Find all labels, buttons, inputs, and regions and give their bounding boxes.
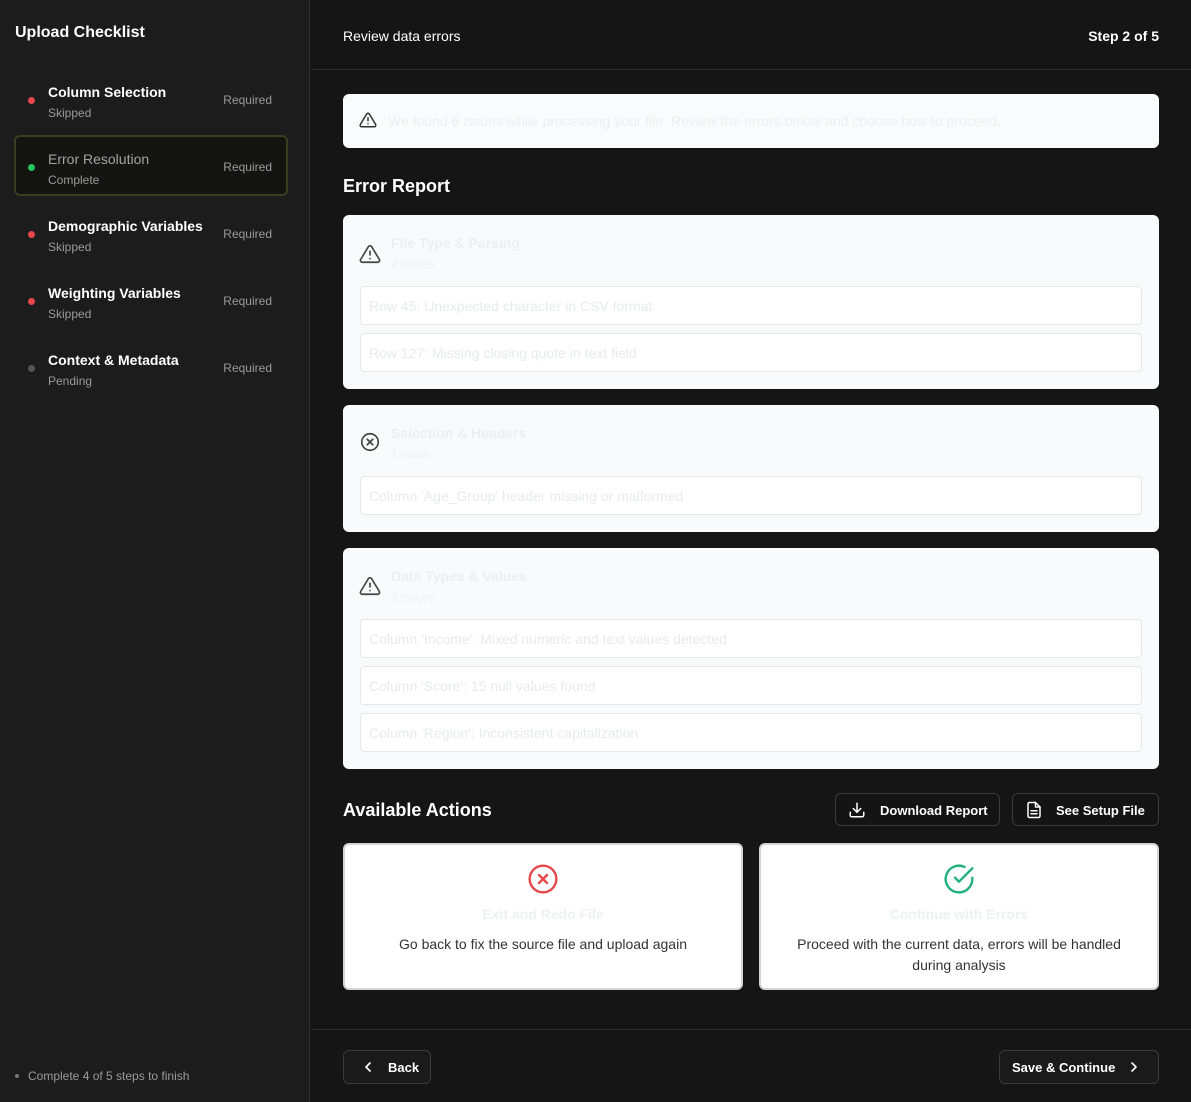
issues-alert: We found 6 issues while processing your … [343,94,1159,148]
error-group-file-type: File Type & Parsing 2 issues Row 45: Une… [343,215,1159,389]
group-count: 3 issues [391,590,436,604]
step-status: Pending [48,374,93,388]
bullet-icon [15,1073,19,1078]
error-group-data-types: Data Types & Values 3 issues Column 'Inc… [343,548,1159,769]
x-circle-icon [528,864,558,894]
see-setup-file-label: See Setup File [1056,803,1145,818]
step-required-tag: Required [223,227,272,241]
check-circle-icon [944,864,974,894]
page-title: Review data errors [343,28,461,44]
step-status: Skipped [48,106,92,120]
step-status: Skipped [48,240,92,254]
continue-description: Proceed with the current data, errors wi… [797,936,1121,973]
exit-redo-description: Go back to fix the source file and uploa… [399,936,687,952]
progress-hint: Complete 4 of 5 steps to finish [15,1069,189,1083]
page-header: Review data errors Step 2 of 5 [311,0,1191,70]
step-status: Complete [48,173,100,187]
exit-redo-title: Exit and Redo File [482,906,604,922]
group-title: Selection & Headers [391,425,527,441]
error-report-title: Error Report [343,176,451,196]
step-name: Error Resolution [48,151,150,167]
save-continue-button[interactable]: Save & Continue [999,1050,1159,1084]
step-required-tag: Required [223,361,272,375]
error-group-selection-headers: Selection & Headers 1 issue Column 'Age_… [343,405,1159,532]
error-row: Row 45: Unexpected character in CSV form… [360,286,1142,325]
page-footer: Back Save & Continue [311,1029,1191,1102]
step-required-tag: Required [223,93,272,107]
x-circle-icon [360,432,380,452]
sidebar-step-demographic-variables[interactable]: Demographic Variables Skipped Required [14,202,288,263]
available-actions-title: Available Actions [343,800,492,820]
continue-with-errors-card[interactable]: Continue with Errors Proceed with the cu… [759,843,1159,990]
exit-redo-card[interactable]: Exit and Redo File Go back to fix the so… [343,843,743,990]
sidebar-step-context-metadata[interactable]: Context & Metadata Pending Required [14,336,288,397]
step-status: Skipped [48,307,92,321]
file-text-icon [1027,801,1041,819]
status-dot [28,164,35,171]
chevron-right-icon [1131,1062,1137,1072]
warning-icon [359,112,377,128]
step-name: Column Selection [48,84,167,100]
chevron-left-icon [365,1062,371,1072]
error-row: Column 'Score': 15 null values found [360,666,1142,705]
group-title: Data Types & Values [391,568,527,584]
sidebar: Upload Checklist Column Selection Skippe… [0,0,310,1102]
progress-hint-text: Complete 4 of 5 steps to finish [28,1069,190,1083]
download-report-button[interactable]: Download Report [835,793,1000,826]
step-name: Context & Metadata [48,352,179,368]
continue-title: Continue with Errors [889,906,1029,922]
group-count: 1 issue [391,447,430,461]
step-name: Weighting Variables [48,285,181,301]
sidebar-step-error-resolution[interactable]: Error Resolution Complete Required [14,135,288,196]
download-icon [849,802,865,818]
status-dot [28,97,35,104]
error-row: Column 'Income': Mixed numeric and text … [360,619,1142,658]
status-dot [28,298,35,305]
group-count: 2 issues [391,257,436,271]
download-report-label: Download Report [880,803,988,818]
step-counter: Step 2 of 5 [1088,28,1159,44]
error-row: Column 'Age_Group' header missing or mal… [360,476,1142,515]
warning-icon [359,244,381,264]
error-row: Column 'Region': Inconsistent capitaliza… [360,713,1142,752]
sidebar-step-column-selection[interactable]: Column Selection Skipped Required [14,68,288,129]
group-title: File Type & Parsing [391,235,520,251]
save-continue-label: Save & Continue [1012,1060,1116,1075]
step-required-tag: Required [223,160,272,174]
see-setup-file-button[interactable]: See Setup File [1012,793,1159,826]
step-name: Demographic Variables [48,218,203,234]
status-dot [28,231,35,238]
sidebar-title: Upload Checklist [15,24,145,41]
alert-text: We found 6 issues while processing your … [388,113,1001,129]
back-label: Back [388,1060,420,1075]
error-row: Row 127: Missing closing quote in text f… [360,333,1142,372]
back-button[interactable]: Back [343,1050,431,1084]
sidebar-step-weighting-variables[interactable]: Weighting Variables Skipped Required [14,269,288,330]
warning-icon [359,576,381,596]
status-dot [28,365,35,372]
step-required-tag: Required [223,294,272,308]
